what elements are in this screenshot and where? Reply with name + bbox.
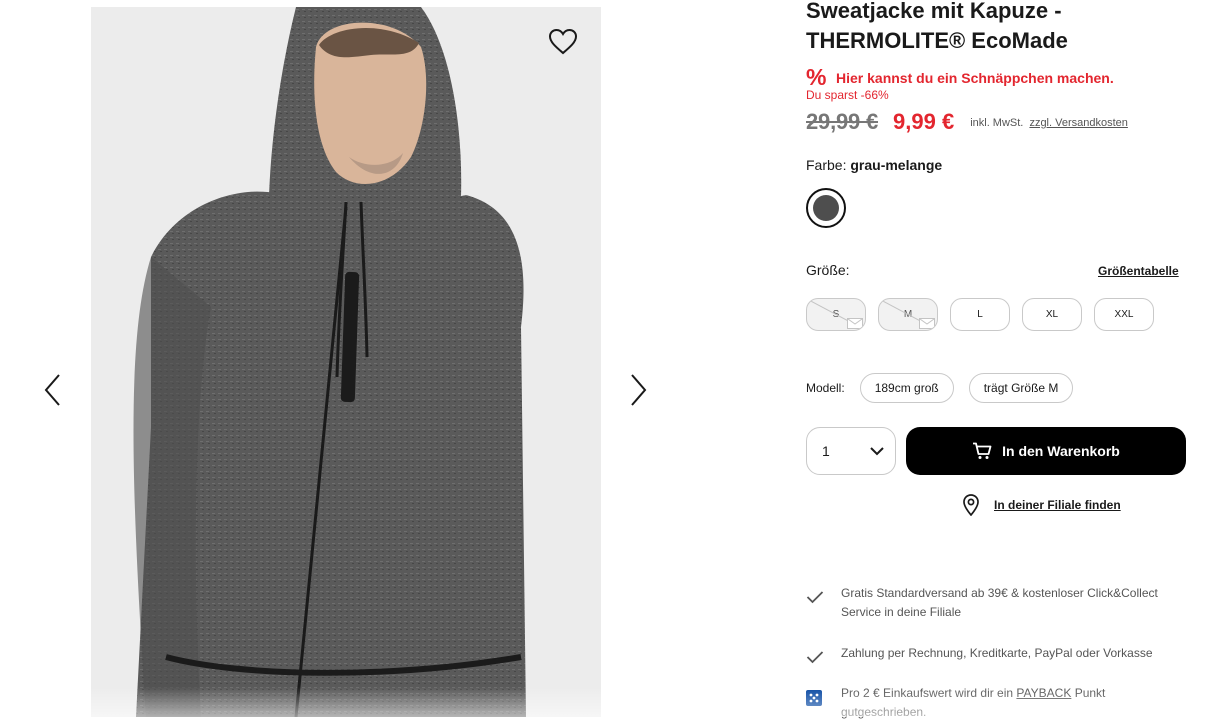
- color-label: Farbe: grau-melange: [806, 157, 942, 173]
- percent-icon: %: [806, 64, 827, 90]
- chevron-left-icon: [44, 374, 60, 406]
- gallery-next-button[interactable]: [620, 370, 656, 410]
- color-label-text: Farbe:: [806, 157, 847, 173]
- size-option-m[interactable]: M: [878, 298, 938, 331]
- checkmark-icon: [806, 584, 841, 622]
- old-price: 29,99 €: [806, 109, 879, 134]
- quantity-value: 1: [822, 443, 830, 459]
- benefit-payment: Zahlung per Rechnung, Kreditkarte, PayPa…: [806, 644, 1181, 669]
- size-label: Größe:: [806, 262, 850, 278]
- benefit-shipping-text: Gratis Standardversand ab 39€ & kostenlo…: [841, 586, 1158, 619]
- add-to-cart-label: In den Warenkorb: [1002, 443, 1120, 459]
- cart-icon: [972, 442, 992, 460]
- size-option-xl[interactable]: XL: [1022, 298, 1082, 331]
- heart-icon: [548, 28, 578, 54]
- benefit-payback: Pro 2 € Einkaufswert wird dir ein PAYBAC…: [806, 684, 1181, 722]
- checkmark-icon: [806, 644, 841, 669]
- product-title-line2: THERMOLITE® EcoMade: [806, 28, 1068, 53]
- benefit-payment-text: Zahlung per Rechnung, Kreditkarte, PayPa…: [841, 646, 1153, 660]
- product-title-line1: Sweatjacke mit Kapuze -: [806, 0, 1062, 23]
- color-value: grau-melange: [850, 157, 943, 173]
- size-option-label: XL: [1045, 309, 1059, 320]
- add-to-cart-button[interactable]: In den Warenkorb: [906, 427, 1186, 475]
- chevron-right-icon: [631, 374, 647, 406]
- deal-banner: % Hier kannst du ein Schnäppchen machen.: [806, 64, 1114, 91]
- price-row: 29,99 € 9,99 € inkl. MwSt. zzgl. Versand…: [806, 109, 1128, 135]
- tax-note-text: inkl. MwSt.: [970, 117, 1024, 129]
- payback-text-before: Pro 2 € Einkaufswert wird dir ein: [841, 686, 1014, 700]
- location-pin-icon: [963, 494, 979, 516]
- size-chart-link[interactable]: Größentabelle: [1098, 264, 1179, 278]
- size-option-l[interactable]: L: [950, 298, 1010, 331]
- benefit-shipping: Gratis Standardversand ab 39€ & kostenlo…: [806, 584, 1181, 622]
- size-option-xxl[interactable]: XXL: [1094, 298, 1154, 331]
- tax-note: inkl. MwSt. zzgl. Versandkosten: [970, 117, 1128, 129]
- size-option-label: L: [977, 309, 983, 320]
- color-swatch-selected[interactable]: [806, 188, 846, 228]
- sale-price: 9,99 €: [893, 109, 955, 134]
- chevron-down-icon: [870, 447, 884, 456]
- size-option-s[interactable]: S: [806, 298, 866, 331]
- color-swatch-fill: [813, 195, 839, 221]
- product-title: Sweatjacke mit Kapuze - THERMOLITE® EcoM…: [806, 0, 1186, 56]
- find-in-store-link[interactable]: In deiner Filiale finden: [994, 498, 1121, 512]
- size-options: S M L XL XXL: [806, 298, 1154, 331]
- product-image: [91, 7, 601, 717]
- model-label: Modell:: [806, 381, 845, 395]
- model-height-chip: 189cm groß: [859, 373, 954, 403]
- model-size-chip: trägt Größe M: [968, 373, 1074, 403]
- model-info: Modell: 189cm groß trägt Größe M: [806, 373, 1088, 403]
- benefit-payback-text: Pro 2 € Einkaufswert wird dir ein PAYBAC…: [841, 684, 1181, 722]
- notify-mail-icon: [919, 318, 935, 329]
- deal-text: Hier kannst du ein Schnäppchen machen.: [836, 69, 1114, 86]
- wishlist-button[interactable]: [544, 24, 582, 58]
- savings-text: Du sparst -66%: [806, 88, 889, 102]
- payback-link[interactable]: PAYBACK: [1016, 686, 1071, 700]
- notify-mail-icon: [847, 318, 863, 329]
- gallery-prev-button[interactable]: [35, 370, 71, 410]
- payback-icon: [806, 684, 841, 722]
- quantity-select[interactable]: 1: [806, 427, 896, 475]
- shipping-costs-link[interactable]: zzgl. Versandkosten: [1029, 117, 1127, 129]
- find-in-store: In deiner Filiale finden: [962, 494, 1121, 516]
- size-option-label: XXL: [1114, 309, 1134, 320]
